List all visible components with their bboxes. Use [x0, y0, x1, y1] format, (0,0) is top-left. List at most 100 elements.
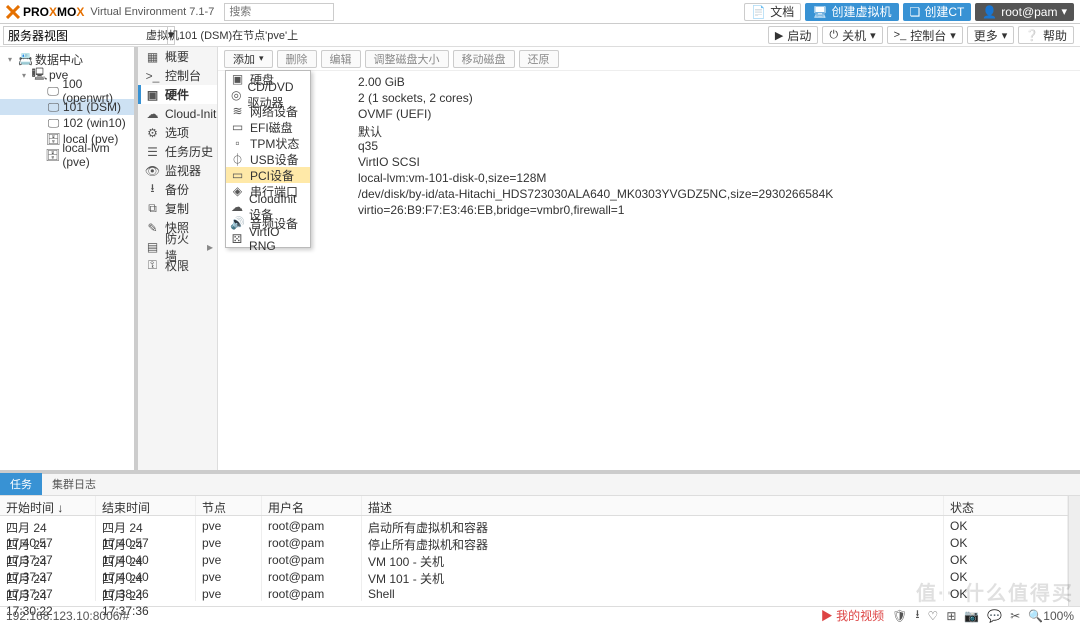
log-row[interactable]: 四月 24 17:40:57四月 24 17:40:57pveroot@pam启… [0, 516, 1068, 533]
menu-label: 任务历史 [165, 143, 213, 160]
video-link[interactable]: ▶ 我的视频 [821, 607, 884, 624]
dd-label: VirtIO RNG [249, 225, 305, 253]
vm-icon: 🖵 [47, 116, 60, 131]
sidemenu-item[interactable]: ⚿ 权限 [138, 256, 217, 275]
dropdown-item[interactable]: ⏀USB设备 [226, 151, 310, 167]
col-end[interactable]: 结束时间 [96, 496, 196, 515]
tree-item[interactable]: 🖵100 (openwrt) [0, 83, 134, 99]
sidemenu-item[interactable]: ☁Cloud-Init [138, 104, 217, 123]
search-input[interactable] [224, 3, 334, 21]
hw-value: virtio=26:B9:F7:E3:46:EB,bridge=vmbr0,fi… [348, 203, 624, 219]
hardware-toolbar: 添加 删除 编辑 调整磁盘大小 移动磁盘 还原 [218, 47, 1080, 71]
hw-value: OVMF (UEFI) [348, 107, 431, 123]
more-button[interactable]: 更多 ▾ [967, 26, 1015, 44]
ext-icon[interactable]: ⊞ [946, 609, 956, 623]
log-row[interactable]: 四月 24 17:30:22四月 24 17:37:36pveroot@pamS… [0, 584, 1068, 601]
hw-row[interactable]: 2 (1 sockets, 2 cores) [348, 91, 1080, 107]
dropdown-item[interactable]: ◎CD/DVD驱动器 [226, 87, 310, 103]
col-desc[interactable]: 描述 [362, 496, 944, 515]
create-vm-button[interactable]: 🖥创建虚拟机 [805, 3, 898, 21]
vm-icon: 🖵 [47, 84, 60, 99]
tree-item[interactable]: ▾📇数据中心 [0, 51, 134, 67]
sidemenu-item[interactable]: ☰任务历史 [138, 142, 217, 161]
menu-label: 复制 [165, 200, 189, 217]
dd-label: TPM状态 [250, 135, 299, 152]
menu-icon: ⚿ [146, 258, 159, 273]
cut-icon[interactable]: ✂ [1010, 609, 1020, 623]
remove-button[interactable]: 删除 [277, 50, 317, 68]
resource-tree[interactable]: ▾📇数据中心▾🖳pve🖵100 (openwrt)🖵101 (DSM)🖵102 … [0, 47, 138, 470]
search-box[interactable] [224, 3, 334, 21]
hw-row[interactable]: q35 [348, 139, 1080, 155]
dd-icon: ☁ [231, 200, 243, 214]
log-row[interactable]: 四月 24 17:37:37四月 24 17:38:26pveroot@pamV… [0, 567, 1068, 584]
sidemenu-item[interactable]: 👁监视器 [138, 161, 217, 180]
shield-icon[interactable]: 🛡 [892, 609, 907, 623]
dd-label: 网络设备 [250, 103, 298, 120]
menu-label: 备份 [165, 181, 189, 198]
col-user[interactable]: 用户名 [262, 496, 362, 515]
hw-row[interactable]: 默认 [348, 123, 1080, 139]
dropdown-item[interactable]: ▭EFI磁盘 [226, 119, 310, 135]
add-button[interactable]: 添加 [224, 50, 273, 68]
tab-tasks[interactable]: 任务 [0, 473, 42, 495]
console-button[interactable]: >_ 控制台 ▾ [887, 26, 963, 44]
dd-icon: ▭ [231, 168, 244, 182]
heart-icon[interactable]: ♡ [928, 609, 939, 623]
sidemenu-item[interactable]: ▤防火墙▸ [138, 237, 217, 256]
dropdown-item[interactable]: ▫ TPM状态 [226, 135, 310, 151]
docs-button[interactable]: 📄文档 [744, 3, 801, 21]
tree-item[interactable]: 🖵102 (win10) [0, 115, 134, 131]
col-status[interactable]: 状态 [944, 496, 1068, 515]
tab-cluster-log[interactable]: 集群日志 [42, 473, 106, 495]
hw-row[interactable]: local-lvm:vm-101-disk-0,size=128M [348, 171, 1080, 187]
side-menu[interactable]: ▦概要>_控制台▣硬件☁Cloud-Init⚙选项☰任务历史👁监视器⭳备份⧉复制… [138, 47, 218, 470]
hw-value: local-lvm:vm-101-disk-0,size=128M [348, 171, 546, 187]
menu-label: 硬件 [165, 86, 189, 103]
msg-icon[interactable]: 💬 [987, 609, 1002, 623]
shutdown-button[interactable]: ⏻ 关机 ▾ [822, 26, 882, 44]
cam-icon[interactable]: 📷 [964, 609, 979, 623]
dropdown-item[interactable]: ⚄VirtIO RNG [226, 231, 310, 247]
sidemenu-item[interactable]: ⧉复制 [138, 199, 217, 218]
resize-button[interactable]: 调整磁盘大小 [365, 50, 449, 68]
tree-label: 102 (win10) [63, 116, 126, 130]
edit-button[interactable]: 编辑 [321, 50, 361, 68]
zoom-label[interactable]: 🔍100% [1028, 609, 1074, 623]
sidemenu-item[interactable]: ▣硬件 [138, 85, 217, 104]
col-start[interactable]: 开始时间 ↓ [0, 496, 96, 515]
view-selector[interactable]: ▾ [3, 26, 133, 45]
hw-row[interactable]: virtio=26:B9:F7:E3:46:EB,bridge=vmbr0,fi… [348, 203, 1080, 219]
dropdown-item[interactable]: ≋网络设备 [226, 103, 310, 119]
hw-row[interactable]: VirtIO SCSI [348, 155, 1080, 171]
move-button[interactable]: 移动磁盘 [453, 50, 515, 68]
hw-row[interactable]: OVMF (UEFI) [348, 107, 1080, 123]
add-dropdown[interactable]: ▣硬盘◎CD/DVD驱动器≋网络设备▭EFI磁盘▫TPM状态⏀USB设备▭PCI… [225, 70, 311, 248]
start-button[interactable]: ▶ 启动 [768, 26, 818, 44]
log-row[interactable]: 四月 24 17:37:37四月 24 17:40:40pveroot@pam停… [0, 533, 1068, 550]
hw-row[interactable]: /dev/disk/by-id/ata-Hitachi_HDS723030ALA… [348, 187, 1080, 203]
breadcrumb: 虚拟机101 (DSM)在节点'pve'上 [136, 27, 298, 43]
sidemenu-item[interactable]: >_控制台 [138, 66, 217, 85]
hw-row[interactable]: 2.00 GiB [348, 75, 1080, 91]
sidemenu-item[interactable]: ⭳备份 [138, 180, 217, 199]
sidemenu-item[interactable]: ▦概要 [138, 47, 217, 66]
menu-label: 权限 [165, 257, 189, 274]
help-button[interactable]: ❔ 帮助 [1018, 26, 1074, 44]
dd-icon: ▣ [231, 72, 244, 86]
create-ct-button[interactable]: ❏创建CT [903, 3, 972, 21]
dropdown-item[interactable]: ▭PCI设备 [226, 167, 310, 183]
storage-icon: 🗄 [47, 132, 60, 146]
sidemenu-item[interactable]: ⚙选项 [138, 123, 217, 142]
log-row[interactable]: 四月 24 17:37:37四月 24 17:40:40pveroot@pamV… [0, 550, 1068, 567]
revert-button[interactable]: 还原 [519, 50, 559, 68]
dropdown-item[interactable]: ☁CloudInit设备 [226, 199, 310, 215]
user-menu[interactable]: 👤root@pam ▾ [975, 3, 1074, 21]
tree-item[interactable]: 🗄local-lvm (pve) [0, 147, 134, 163]
col-node[interactable]: 节点 [196, 496, 262, 515]
dl-icon[interactable]: ⭳ [915, 605, 919, 626]
menu-icon: >_ [146, 69, 159, 83]
dd-icon: ▫ [231, 136, 244, 150]
scrollbar[interactable] [1068, 496, 1080, 606]
tree-item[interactable]: 🖵101 (DSM) [0, 99, 134, 115]
